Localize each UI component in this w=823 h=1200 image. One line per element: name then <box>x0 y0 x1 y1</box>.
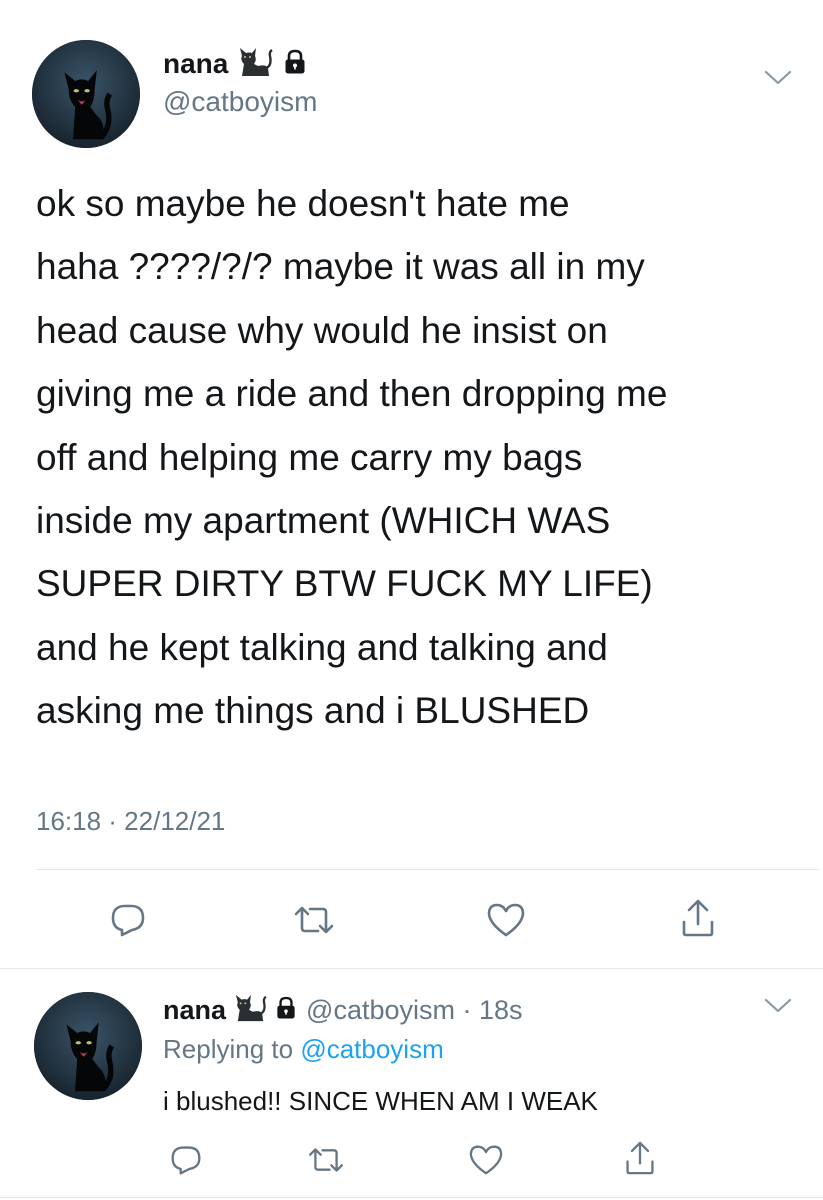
tweet-line: giving me a ride and then dropping me <box>36 373 668 415</box>
tweet-line: asking me things and i BLUSHED <box>36 690 590 732</box>
like-icon <box>487 903 525 937</box>
replying-to-prefix: Replying to <box>163 1034 294 1064</box>
retweet-button[interactable] <box>288 896 340 944</box>
tweet-line: and he kept talking and talking and <box>36 626 608 668</box>
share-button[interactable] <box>674 892 722 944</box>
tweet-timestamp[interactable]: 16:18 · 22/12/21 <box>36 806 225 837</box>
retweet-button[interactable] <box>302 1138 350 1182</box>
reply-button[interactable] <box>164 1138 208 1182</box>
replying-to-line: Replying to @catboyism <box>163 1034 444 1065</box>
reply-author-row[interactable]: nana @catboyism · 18s <box>163 990 523 1030</box>
like-icon <box>469 1145 503 1175</box>
tweet-body: ok so maybe he doesn't hate me haha ????… <box>36 172 806 743</box>
display-name[interactable]: nana <box>163 995 226 1026</box>
tweet-line: ok so maybe he doesn't hate me <box>36 183 570 224</box>
author-handle[interactable]: @catboyism <box>163 86 317 118</box>
reply-icon <box>171 1146 201 1175</box>
like-button[interactable] <box>464 1138 508 1182</box>
reply-body: i blushed!! SINCE WHEN AM I WEAK <box>163 1086 598 1116</box>
reply-button[interactable] <box>104 896 152 944</box>
author-name-row[interactable]: nana <box>163 44 306 84</box>
display-name[interactable]: nana <box>163 48 228 80</box>
divider <box>0 968 823 969</box>
share-icon <box>682 899 714 937</box>
divider <box>0 1197 823 1198</box>
black-cat-avatar-image <box>34 992 142 1100</box>
black-cat-emoji-icon <box>236 46 274 83</box>
tweet-line: SUPER DIRTY BTW FUCK MY LIFE) <box>36 563 653 605</box>
tweet-line: inside my apartment (WHICH WAS <box>36 500 611 542</box>
tweet-line: head cause why would he insist on <box>36 309 608 351</box>
avatar[interactable] <box>32 40 140 148</box>
chevron-down-icon[interactable] <box>764 70 792 91</box>
share-icon <box>626 1141 654 1175</box>
lock-icon <box>284 49 306 80</box>
tweet-line: off and helping me carry my bags <box>36 436 583 478</box>
divider <box>36 869 819 870</box>
lock-icon <box>276 996 296 1025</box>
black-cat-emoji-icon <box>232 993 268 1028</box>
tweet-line: haha ????/?/? maybe it was all in my <box>36 246 645 288</box>
reply-handle-time[interactable]: @catboyism · 18s <box>306 995 522 1026</box>
retweet-icon <box>308 1148 344 1172</box>
avatar[interactable] <box>34 992 142 1100</box>
black-cat-avatar-image <box>32 40 140 148</box>
share-button[interactable] <box>618 1134 662 1182</box>
reply-icon <box>111 904 145 937</box>
retweet-icon <box>294 906 334 934</box>
like-button[interactable] <box>482 896 530 944</box>
replying-to-link[interactable]: @catboyism <box>300 1034 443 1064</box>
chevron-down-icon[interactable] <box>764 998 792 1019</box>
